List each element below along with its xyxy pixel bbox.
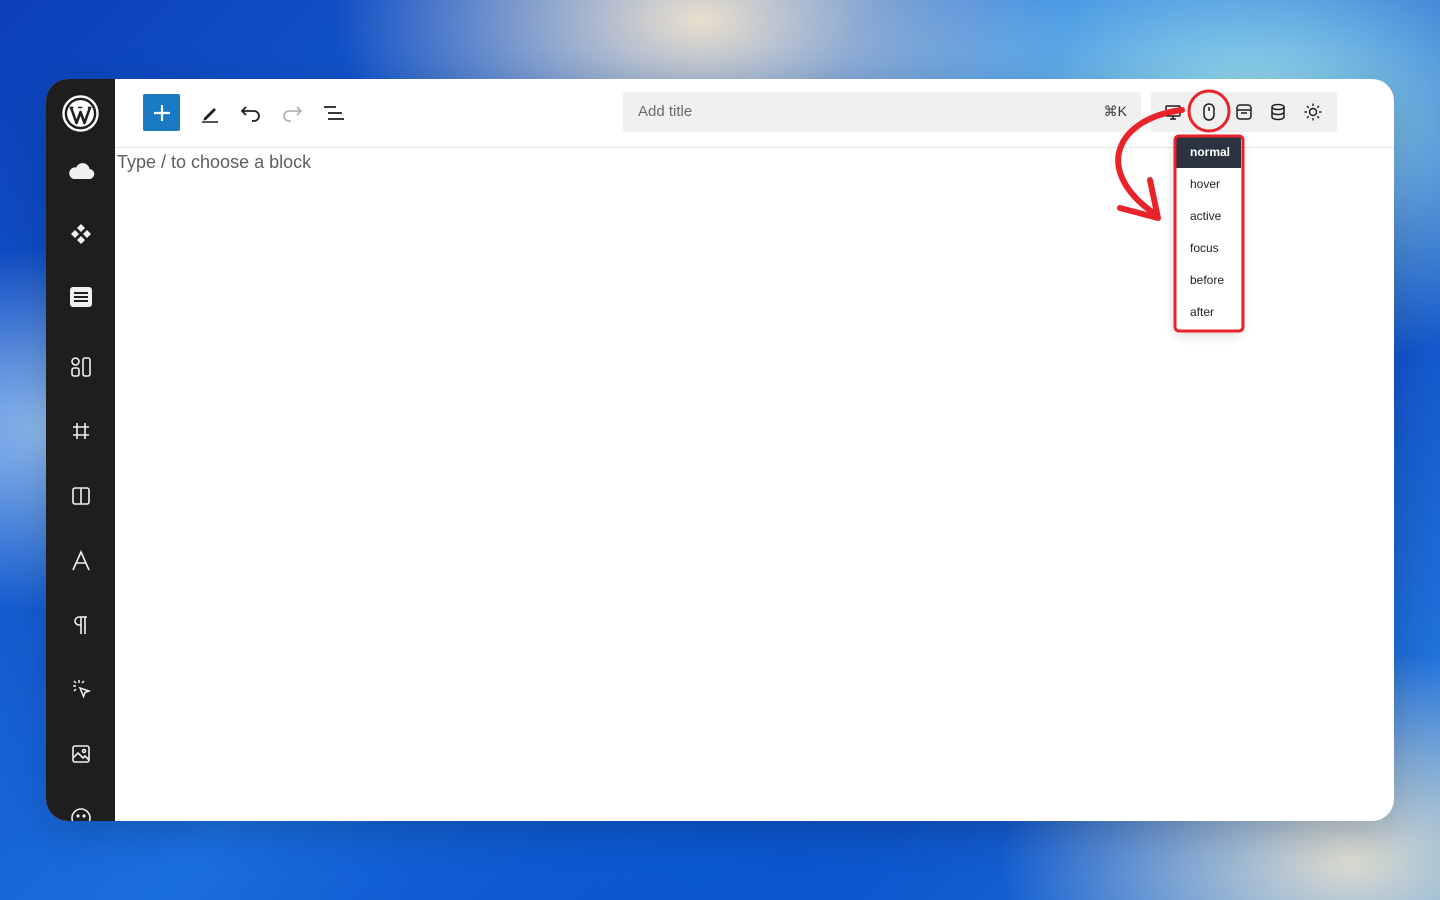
storage-box-button[interactable] (1228, 96, 1260, 128)
paragraph-icon[interactable] (46, 605, 115, 645)
layout-blocks-icon[interactable] (46, 347, 115, 387)
image-icon[interactable] (46, 734, 115, 774)
document-overview-button[interactable] (318, 97, 350, 129)
add-block-button[interactable] (143, 94, 180, 131)
list-view-icon (324, 106, 344, 120)
mouse-icon (1203, 103, 1215, 121)
document-list-icon[interactable] (46, 277, 115, 317)
state-option-hover[interactable]: hover (1175, 168, 1241, 200)
grid-hash-icon[interactable] (46, 411, 115, 451)
editor-window: Add title ⌘K Type / to choose a block no… (46, 79, 1394, 821)
emoji-icon[interactable] (46, 798, 115, 821)
pencil-icon (202, 108, 218, 123)
interaction-cursor-icon[interactable] (46, 669, 115, 709)
state-dropdown: normal hover active focus before after (1175, 136, 1241, 330)
undo-button[interactable] (235, 97, 267, 129)
database-button[interactable] (1262, 96, 1294, 128)
state-option-focus[interactable]: focus (1175, 232, 1241, 264)
state-controls (1151, 92, 1337, 132)
wordpress-logo-icon[interactable] (62, 95, 99, 132)
plus-icon (153, 104, 170, 121)
title-placeholder: Add title (638, 103, 693, 120)
box-icon (1236, 104, 1252, 120)
state-option-after[interactable]: after (1175, 296, 1241, 328)
state-option-before[interactable]: before (1175, 264, 1241, 296)
keyboard-shortcut: ⌘K (1103, 103, 1127, 119)
edit-tool-button[interactable] (194, 97, 226, 129)
block-placeholder[interactable]: Type / to choose a block (117, 152, 311, 173)
mouse-state-button[interactable] (1193, 96, 1225, 128)
redo-icon (283, 106, 303, 122)
title-command-bar[interactable]: Add title ⌘K (623, 92, 1141, 132)
state-option-active[interactable]: active (1175, 200, 1241, 232)
redo-button[interactable] (276, 97, 308, 129)
desktop-preview-button[interactable] (1157, 96, 1189, 128)
columns-icon[interactable] (46, 476, 115, 516)
state-option-normal[interactable]: normal (1175, 136, 1241, 168)
desktop-icon (1165, 105, 1181, 120)
database-icon (1271, 103, 1285, 121)
theme-toggle-button[interactable] (1297, 96, 1329, 128)
cloud-icon[interactable] (46, 151, 115, 191)
typography-icon[interactable] (46, 541, 115, 581)
sun-icon (1304, 103, 1322, 121)
components-icon[interactable] (46, 214, 115, 254)
undo-icon (240, 106, 260, 122)
sidebar (46, 79, 115, 821)
